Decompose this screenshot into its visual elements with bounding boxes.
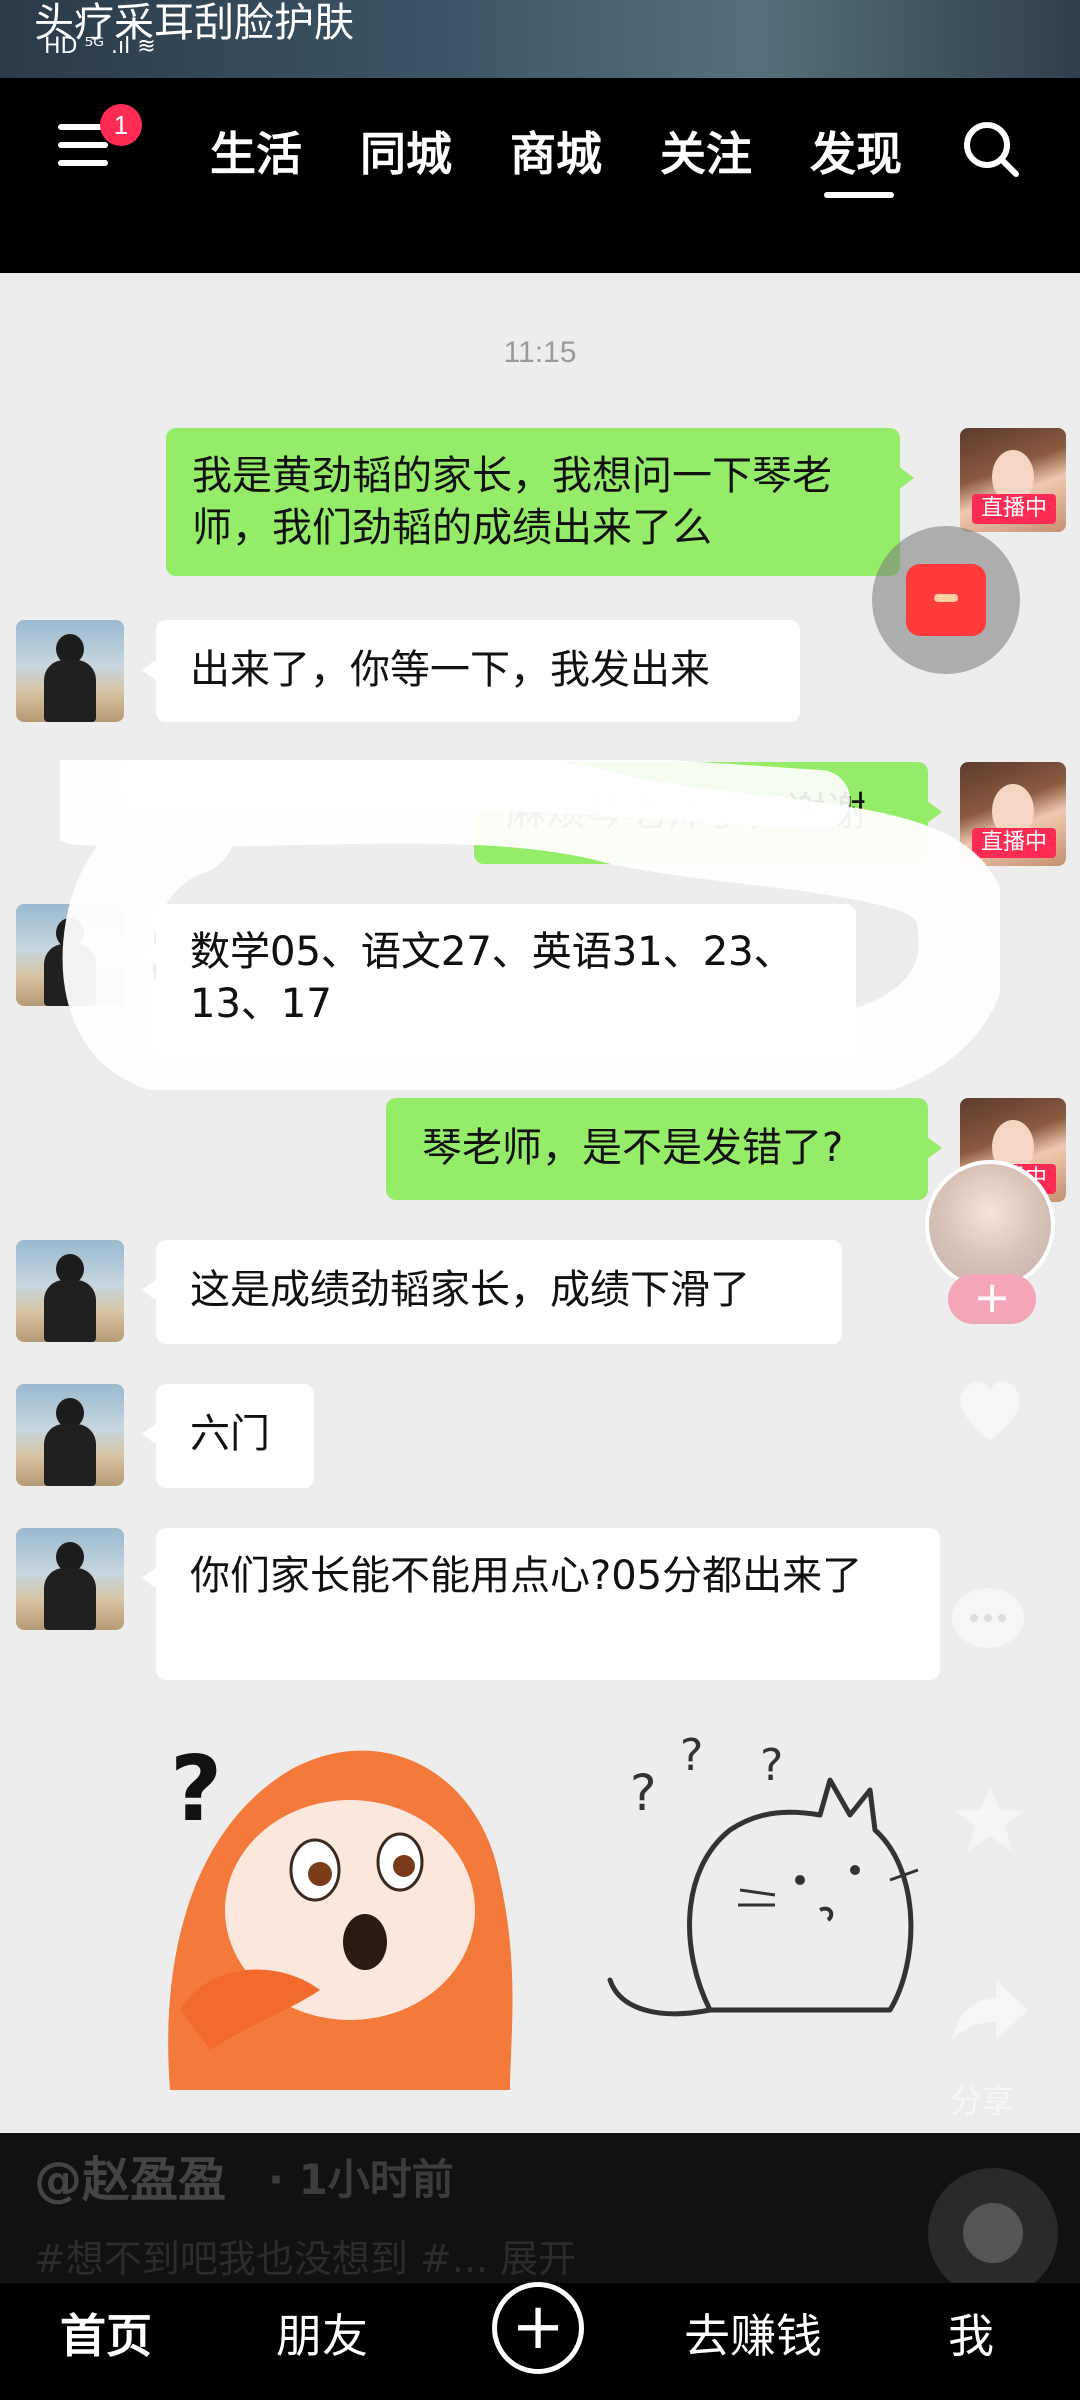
tab-life[interactable]: 生活 (210, 118, 302, 184)
avatar (16, 1240, 124, 1342)
message-text: 六门 (190, 1411, 270, 1457)
notification-badge: 1 (100, 104, 142, 146)
message-text: 琴老师，是不是发错了? (422, 1125, 844, 1171)
nav-me[interactable]: 我 (948, 2300, 994, 2366)
monkey-sticker: ? (168, 1737, 513, 2090)
svg-text:?: ? (680, 1730, 703, 1781)
favorite-icon[interactable] (950, 1780, 1030, 1860)
add-post-button[interactable]: + (492, 2282, 584, 2374)
comment-icon[interactable] (946, 1580, 1030, 1660)
search-icon[interactable] (960, 118, 1022, 180)
svg-text:?: ? (760, 1740, 783, 1791)
scribble-redaction (60, 760, 1000, 1090)
author-name[interactable]: @赵盈盈 (34, 2140, 226, 2210)
message-bubble: 琴老师，是不是发错了? (386, 1098, 942, 1200)
message-text: 你们家长能不能用点心?05分都出来了 (190, 1553, 863, 1599)
status-bar-icons: HD ⁵ᴳ .ıl ≋ (44, 34, 156, 59)
post-time: · 1小时前 (268, 2155, 454, 2204)
video-caption[interactable]: #想不到吧我也没想到 #... 展开 (34, 2228, 576, 2283)
tab-local[interactable]: 同城 (360, 118, 452, 184)
message-bubble: 出来了，你等一下，我发出来 (142, 620, 800, 722)
creator-avatar[interactable] (925, 1160, 1055, 1290)
cat-sticker: ? ? ? (607, 1730, 919, 2017)
avatar (16, 620, 124, 722)
scores-text: 数学05、语文27、英语31、23、13、17 (190, 929, 794, 1027)
avatar: 直播中 (960, 428, 1066, 532)
avatar (16, 1528, 124, 1630)
tab-mall[interactable]: 商城 (510, 118, 602, 184)
red-packet-icon[interactable] (872, 526, 1020, 674)
tab-discover[interactable]: 发现 (810, 118, 902, 184)
share-icon[interactable] (948, 1970, 1032, 2050)
nav-home[interactable]: 首页 (60, 2300, 152, 2366)
live-badge: 直播中 (972, 494, 1056, 524)
message-text: 出来了，你等一下，我发出来 (190, 647, 710, 693)
message-bubble: 我是黄劲韬的家长，我想问一下琴老师，我们劲韬的成绩出来了么 (166, 428, 914, 576)
chat-timestamp: 11:15 (503, 336, 577, 369)
message-text: 这是成绩劲韬家长，成绩下滑了 (190, 1267, 750, 1313)
message-bubble: 你们家长能不能用点心?05分都出来了 (142, 1528, 940, 1680)
nav-friends[interactable]: 朋友 (276, 2300, 368, 2366)
message-bubble: 六门 (142, 1384, 314, 1488)
active-tab-indicator (824, 192, 894, 198)
like-icon[interactable] (950, 1370, 1030, 1450)
svg-text:?: ? (170, 1737, 222, 1842)
nav-earn[interactable]: 去赚钱 (684, 2300, 822, 2366)
follow-button[interactable]: + (948, 1274, 1036, 1324)
svg-text:?: ? (630, 1764, 657, 1822)
avatar (16, 1384, 124, 1486)
tab-following[interactable]: 关注 (660, 118, 752, 184)
share-label: 分享 (950, 2082, 1015, 2120)
message-bubble: 这是成绩劲韬家长，成绩下滑了 (142, 1240, 842, 1344)
message-text: 我是黄劲韬的家长，我想问一下琴老师，我们劲韬的成绩出来了么 (192, 453, 832, 551)
music-disc-icon[interactable] (928, 2168, 1058, 2298)
